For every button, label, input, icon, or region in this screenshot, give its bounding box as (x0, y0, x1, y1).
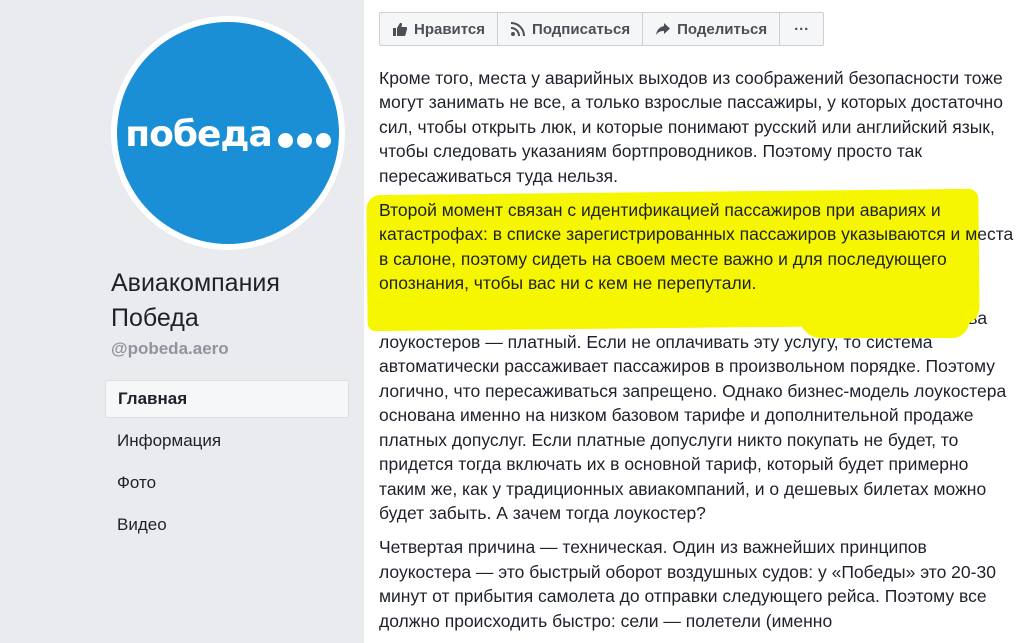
logo-dot (277, 132, 293, 148)
share-arrow-icon (655, 21, 671, 37)
post-paragraph: Кроме того, места у аварийных выходов из… (379, 68, 1003, 186)
like-button[interactable]: Нравится (379, 12, 499, 46)
thumbs-up-icon (392, 21, 408, 37)
highlighted-passage: Второй момент связан с идентификацией па… (366, 188, 1019, 339)
nav-item-home[interactable]: Главная (105, 380, 349, 418)
like-label: Нравится (414, 20, 486, 38)
page-handle[interactable]: @pobeda.aero (111, 339, 229, 359)
pobeda-logo: победа (125, 117, 331, 153)
logo-dot (296, 132, 312, 148)
share-button[interactable]: Поделиться (642, 12, 781, 46)
highlight-marker-tail (799, 316, 969, 339)
post-paragraph: Четвертая причина — техническая. Один из… (379, 537, 996, 631)
post-content: Кроме того, места у аварийных выходов из… (366, 66, 1019, 643)
side-nav: Главная Информация Фото Видео (105, 380, 349, 548)
share-label: Поделиться (677, 20, 768, 38)
more-icon: ··· (794, 20, 810, 38)
logo-text: победа (125, 114, 273, 155)
logo-dot (315, 132, 331, 148)
nav-item-photos[interactable]: Фото (105, 464, 349, 502)
post-paragraph: Третья причина — маркетинговая. Выбор ме… (379, 308, 1007, 523)
rss-icon (510, 21, 526, 37)
nav-item-videos[interactable]: Видео (105, 506, 349, 544)
subscribe-label: Подписаться (532, 20, 631, 38)
page-actions-toolbar: Нравится Подписаться Поделиться ··· (379, 12, 825, 46)
profile-picture[interactable]: победа (117, 22, 339, 244)
page-name[interactable]: Авиакомпания Победа (111, 266, 351, 336)
subscribe-button[interactable]: Подписаться (497, 12, 644, 46)
nav-item-info[interactable]: Информация (105, 422, 349, 460)
more-options-button[interactable]: ··· (779, 12, 825, 46)
post-paragraph-highlighted: Второй момент связан с идентификацией па… (379, 200, 1014, 294)
